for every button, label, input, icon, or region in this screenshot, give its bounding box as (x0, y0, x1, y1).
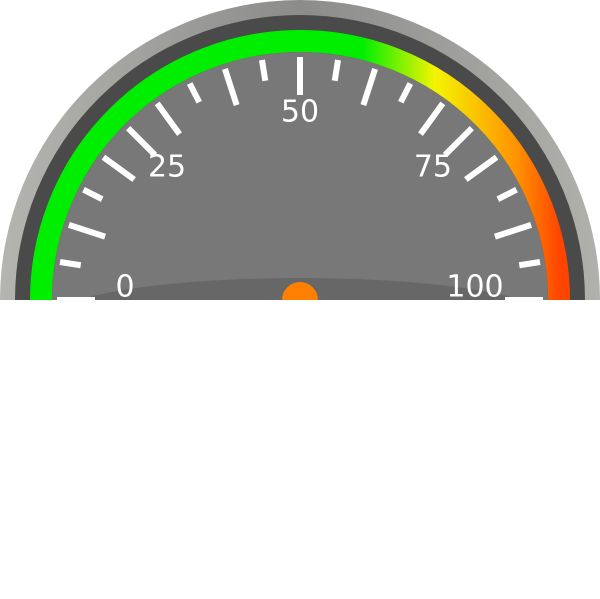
tick-label: 0 (115, 270, 134, 301)
tick-label: 100 (446, 270, 503, 301)
gauge: 0 25 50 75 100 (0, 0, 600, 599)
gauge-dial: 0 25 50 75 100 (0, 0, 600, 300)
minor-tick (59, 259, 82, 269)
minor-tick (259, 59, 269, 82)
tick-label: 25 (148, 150, 186, 185)
minor-tick (331, 59, 341, 82)
tick-label: 50 (281, 95, 319, 130)
minor-tick (518, 259, 541, 269)
tick-label: 75 (414, 150, 452, 185)
